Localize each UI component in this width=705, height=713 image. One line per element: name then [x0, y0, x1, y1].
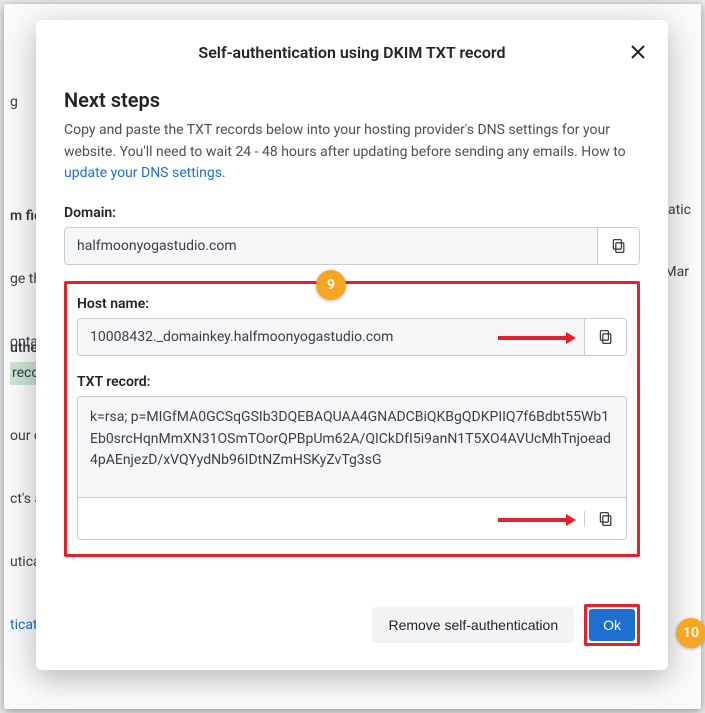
dkim-modal: Self-authentication using DKIM TXT recor… — [36, 20, 668, 670]
arrow-annotation — [498, 330, 576, 344]
copy-host-button[interactable] — [584, 319, 626, 355]
txt-copy-row — [78, 497, 626, 539]
step-badge-9: 9 — [316, 270, 346, 300]
txt-record-wrapper: k=rsa; p=MIGfMA0GCSqGSIb3DQEBAQUAA4GNADC… — [77, 396, 627, 540]
host-label: Host name: — [77, 296, 627, 312]
arrow-annotation — [498, 512, 576, 526]
copy-domain-button[interactable] — [597, 228, 639, 264]
copy-icon — [598, 511, 614, 527]
domain-row: halfmoonyogastudio.com — [64, 227, 640, 265]
intro-part1: Copy and paste the TXT records below int… — [64, 122, 626, 160]
next-steps-heading: Next steps — [64, 88, 640, 112]
modal-title: Self-authentication using DKIM TXT recor… — [198, 43, 505, 62]
host-row: 10008432._domainkey.halfmoonyogastudio.c… — [77, 318, 627, 356]
ok-button[interactable]: Ok — [589, 609, 635, 641]
intro-text: Copy and paste the TXT records below int… — [64, 120, 640, 185]
domain-value[interactable]: halfmoonyogastudio.com — [65, 228, 597, 264]
modal-header: Self-authentication using DKIM TXT recor… — [36, 20, 668, 84]
txt-record-value[interactable]: k=rsa; p=MIGfMA0GCSqGSIb3DQEBAQUAA4GNADC… — [78, 397, 626, 497]
modal-footer: Remove self-authentication Ok — [36, 588, 668, 670]
copy-icon — [611, 238, 627, 254]
close-button[interactable] — [628, 42, 648, 62]
copy-txt-button[interactable] — [584, 511, 626, 527]
copy-icon — [598, 329, 614, 345]
host-txt-highlight: Host name: 10008432._domainkey.halfmoony… — [64, 281, 640, 557]
step-badge-10: 10 — [676, 618, 705, 648]
ok-highlight: Ok — [584, 604, 640, 646]
remove-self-auth-button[interactable]: Remove self-authentication — [372, 607, 574, 643]
txt-label: TXT record: — [77, 374, 627, 390]
intro-part2: . — [222, 165, 226, 181]
dns-settings-link[interactable]: update your DNS settings — [64, 165, 222, 181]
modal-body: Next steps Copy and paste the TXT record… — [36, 84, 668, 588]
domain-label: Domain: — [64, 205, 640, 221]
close-icon — [630, 44, 646, 60]
